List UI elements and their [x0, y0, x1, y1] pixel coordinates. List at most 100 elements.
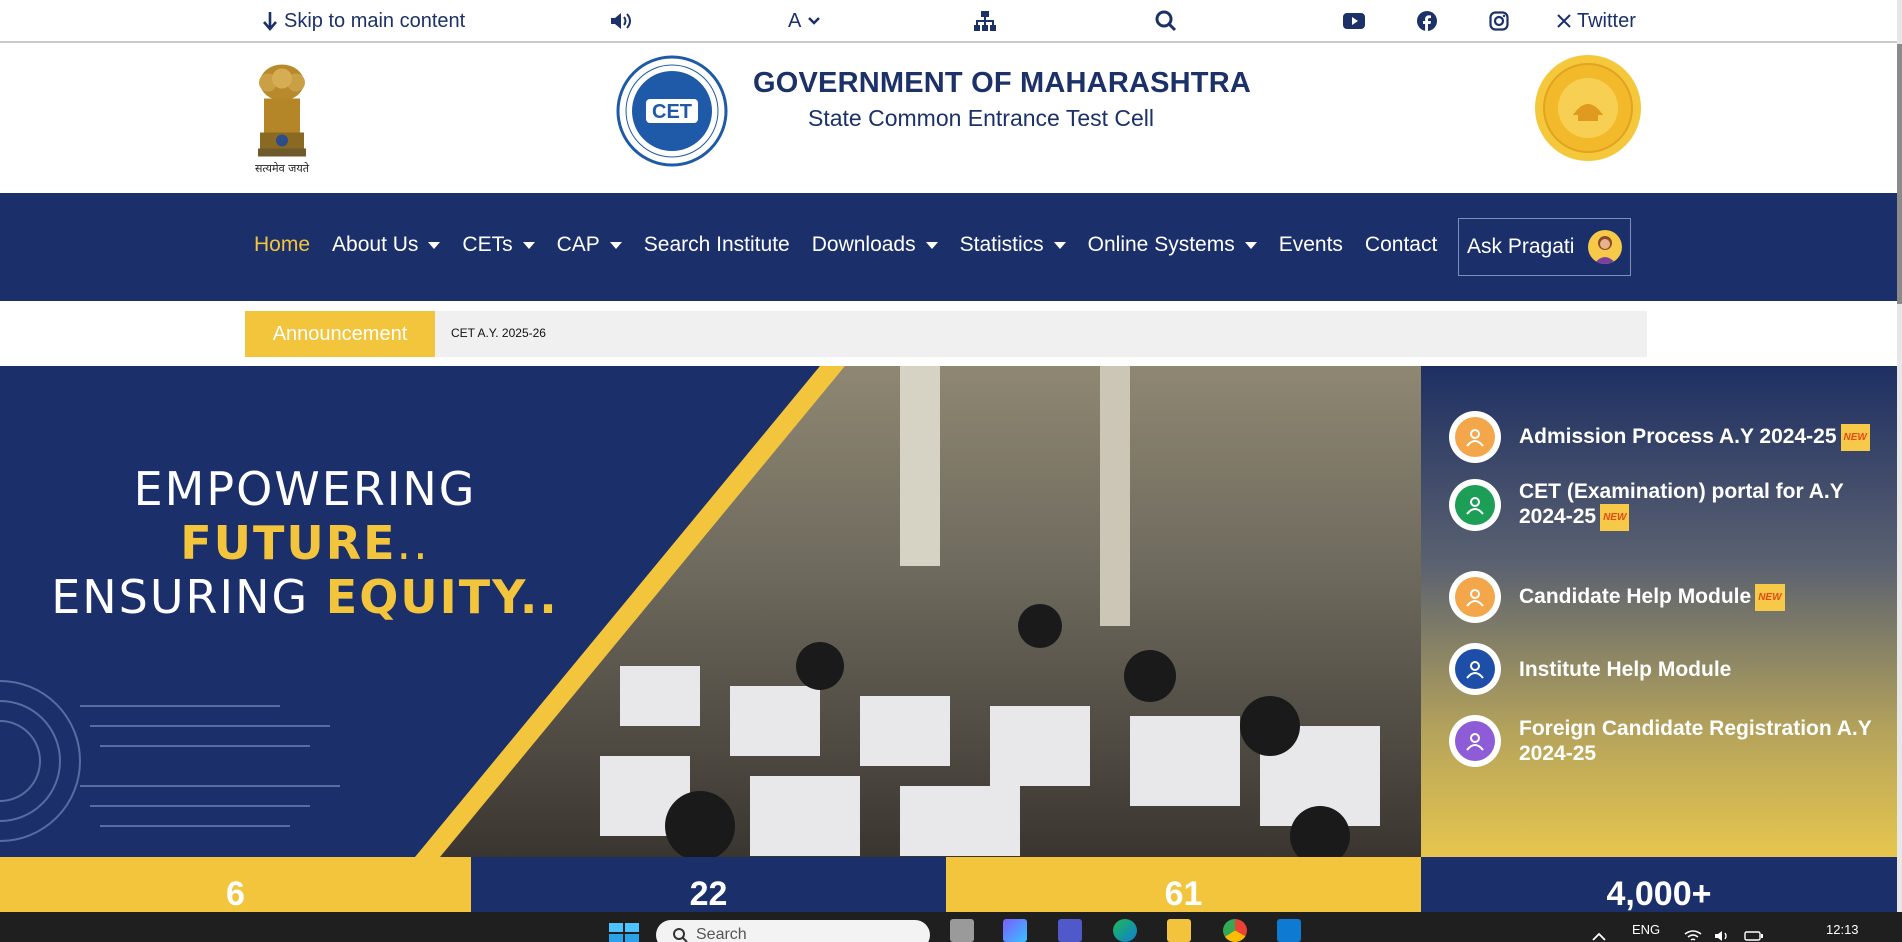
- speaker-icon: [611, 13, 631, 29]
- quick-links-panel: Admission Process A.Y 2024-25 NEW CET (Exa…: [1421, 366, 1897, 857]
- battery-icon[interactable]: [1744, 930, 1764, 942]
- nav-item-cets[interactable]: CETs: [462, 233, 535, 257]
- hero-line-2: FUTURE..: [180, 516, 430, 570]
- hero-line-3: ENSURING EQUITY..: [51, 570, 559, 624]
- caret-down-icon: [522, 241, 535, 249]
- nav-item-events[interactable]: Events: [1279, 233, 1343, 257]
- stat-value: 4,000+: [1421, 857, 1897, 913]
- chrome-icon[interactable]: [1223, 919, 1247, 942]
- search-icon: [673, 928, 688, 942]
- hero-line-1: EMPOWERING: [133, 462, 477, 516]
- facebook-icon: [1417, 11, 1437, 31]
- task-view-icon[interactable]: [950, 919, 974, 942]
- caret-down-icon: [1244, 241, 1257, 249]
- candidate-help-icon: [1449, 571, 1501, 623]
- nav-item-contact[interactable]: Contact: [1365, 233, 1437, 257]
- chevron-up-icon[interactable]: [1591, 932, 1607, 942]
- windows-start-icon[interactable]: [609, 923, 639, 942]
- sitemap-icon: [974, 11, 996, 31]
- search-icon: [1155, 10, 1177, 32]
- file-explorer-icon[interactable]: [1167, 919, 1191, 942]
- skip-link-label: Skip to main content: [284, 9, 466, 32]
- nav-item-label: Downloads: [811, 233, 916, 256]
- copilot-icon[interactable]: [1003, 919, 1027, 942]
- nav-item-about-us[interactable]: About Us: [332, 233, 441, 257]
- font-size-label: A: [788, 9, 802, 32]
- instagram-icon: [1489, 11, 1509, 31]
- new-badge: NEW: [1755, 583, 1785, 611]
- national-emblem-logo: [258, 64, 306, 157]
- ask-pragati-label: Ask Pragati: [1467, 235, 1575, 258]
- maharashtra-seal-logo: [1535, 55, 1641, 161]
- stat-value: 22: [471, 857, 946, 913]
- new-badge: NEW: [1840, 423, 1870, 451]
- nav-item-label: CAP: [556, 233, 600, 256]
- quick-link-label: Foreign Candidate Registration A.Y 2024-…: [1519, 717, 1872, 765]
- font-size-dropdown[interactable]: A: [788, 8, 821, 34]
- skip-link[interactable]: Skip to main content: [262, 8, 465, 34]
- caret-down-icon: [609, 241, 622, 249]
- announcement-ticker[interactable]: CET A.Y. 2025-26: [451, 326, 546, 340]
- nav-item-cap[interactable]: CAP: [557, 233, 622, 257]
- nav-item-label: Home: [254, 233, 311, 256]
- nav-menu: Home About Us CETs CAP Search Institute Downl…: [254, 233, 1459, 257]
- nav-item-label: CETs: [462, 233, 513, 256]
- cet-cell-logo: CET: [616, 55, 728, 167]
- language-indicator[interactable]: ENG: [1632, 922, 1660, 937]
- pragati-avatar: [1588, 230, 1623, 264]
- ask-pragati-button[interactable]: Ask Pragati: [1458, 218, 1631, 276]
- nav-item-label: Search Institute: [643, 233, 790, 256]
- page-scrollbar[interactable]: [1897, 0, 1902, 912]
- nav-item-search-institute[interactable]: Search Institute: [644, 233, 790, 257]
- caret-down-icon: [1053, 241, 1066, 249]
- taskbar-search[interactable]: Search: [656, 920, 930, 942]
- teams-icon[interactable]: [1058, 919, 1082, 942]
- taskbar-search-placeholder: Search: [696, 926, 747, 942]
- government-title: GOVERNMENT OF MAHARASHTRA: [753, 67, 1251, 99]
- quick-link-item[interactable]: Foreign Candidate Registration A.Y 2024-…: [1449, 715, 1889, 767]
- screen-reader-button[interactable]: [609, 8, 633, 34]
- x-twitter-icon: [1557, 14, 1571, 28]
- foreign-registration-icon: [1449, 715, 1501, 767]
- chevron-down-icon: [808, 17, 821, 25]
- edge-icon[interactable]: [1113, 919, 1137, 942]
- quick-link-item[interactable]: CET (Examination) portal for A.Y 2024-25…: [1449, 479, 1889, 531]
- wifi-icon[interactable]: [1684, 930, 1702, 942]
- quick-link-item[interactable]: Institute Help Module: [1449, 643, 1889, 695]
- stat-value: 6: [0, 857, 471, 913]
- arrow-down-icon: [263, 12, 277, 31]
- nav-item-downloads[interactable]: Downloads: [812, 233, 938, 257]
- quick-link-label: Candidate Help Module NEW: [1519, 583, 1785, 611]
- sitemap-button[interactable]: [973, 8, 997, 34]
- svg-text:CET: CET: [652, 101, 692, 123]
- emblem-motto: सत्यमेव जयते: [254, 162, 309, 175]
- scrollbar-thumb[interactable]: [1897, 44, 1902, 304]
- twitter-link[interactable]: Twitter: [1557, 8, 1636, 34]
- youtube-icon: [1343, 13, 1365, 29]
- youtube-link[interactable]: [1343, 8, 1365, 34]
- volume-icon[interactable]: [1714, 930, 1732, 942]
- quick-link-item[interactable]: Admission Process A.Y 2024-25 NEW: [1449, 411, 1889, 463]
- nav-item-label: Statistics: [959, 233, 1044, 256]
- caret-down-icon: [925, 241, 938, 249]
- vscode-icon[interactable]: [1277, 919, 1301, 942]
- nav-item-label: Contact: [1364, 233, 1438, 256]
- nav-item-label: Online Systems: [1087, 233, 1235, 256]
- stat-value: 61: [946, 857, 1421, 913]
- hero-tagline: EMPOWERING FUTURE.. ENSURING EQUITY..: [0, 462, 610, 624]
- nav-item-online-systems[interactable]: Online Systems: [1088, 233, 1257, 257]
- hero-banner: EMPOWERING FUTURE.. ENSURING EQUITY..: [0, 366, 1421, 857]
- clock-time[interactable]: 12:13: [1826, 922, 1859, 937]
- nav-item-label: About Us: [332, 233, 419, 256]
- utility-bar: Skip to main content A Twitter: [0, 0, 1897, 43]
- instagram-link[interactable]: [1489, 8, 1509, 34]
- quick-link-label: Institute Help Module: [1519, 657, 1732, 681]
- caret-down-icon: [428, 241, 441, 249]
- quick-link-item[interactable]: Candidate Help Module NEW: [1449, 571, 1889, 623]
- nav-item-statistics[interactable]: Statistics: [960, 233, 1066, 257]
- main-navbar: Home About Us CETs CAP Search Institute Downl…: [0, 193, 1897, 301]
- search-button[interactable]: [1155, 8, 1177, 34]
- cell-subtitle: State Common Entrance Test Cell: [808, 105, 1155, 131]
- facebook-link[interactable]: [1417, 8, 1437, 34]
- nav-item-home[interactable]: Home: [254, 233, 310, 257]
